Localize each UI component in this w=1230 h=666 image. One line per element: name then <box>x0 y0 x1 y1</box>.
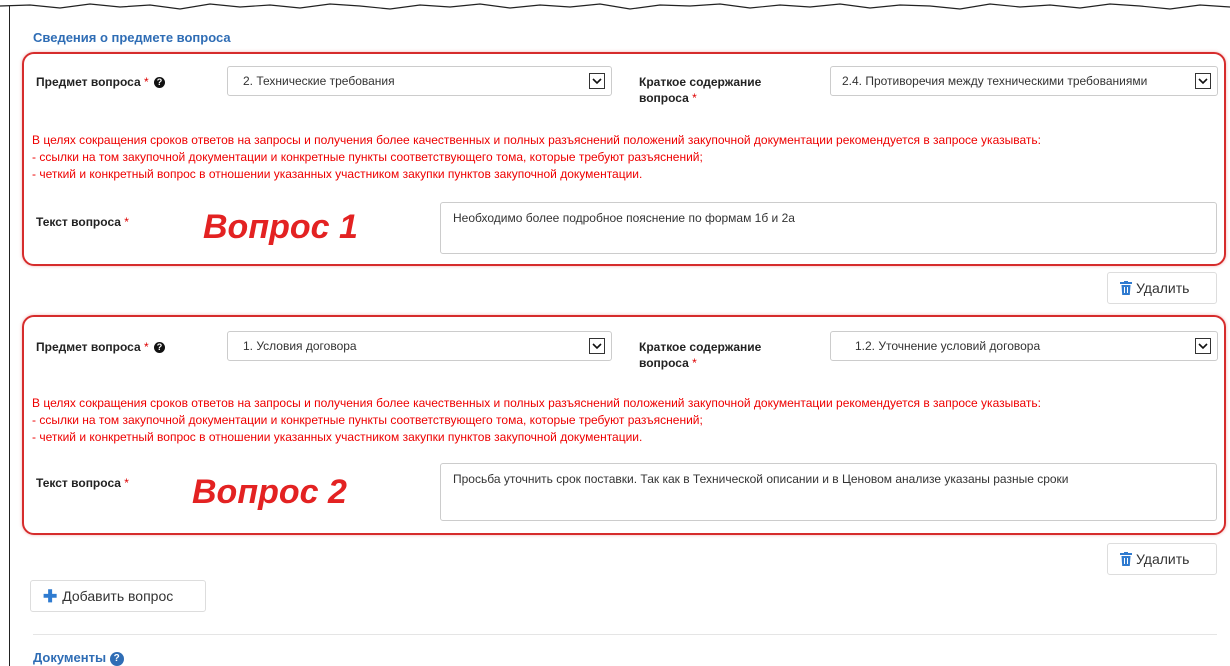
chevron-down-icon <box>589 338 605 354</box>
torn-edge <box>0 3 1230 10</box>
summary-label: Краткое содержание вопроса * <box>639 340 762 370</box>
left-edge <box>9 6 10 666</box>
subject-select[interactable]: 1. Условия договора <box>227 331 612 361</box>
subject-label: Предмет вопроса * ? <box>36 340 166 354</box>
documents-title: Документы ? <box>33 650 124 666</box>
question-block-2: Предмет вопроса * ? 1. Условия договора … <box>22 315 1228 580</box>
question-annotation: Вопрос 2 <box>192 473 347 511</box>
question-annotation: Вопрос 1 <box>203 208 358 246</box>
trash-icon <box>1120 552 1132 566</box>
delete-button[interactable]: Удалить <box>1107 272 1217 304</box>
divider <box>33 634 1217 635</box>
question-text-label: Текст вопроса * <box>36 215 129 229</box>
chevron-down-icon <box>1195 73 1211 89</box>
help-icon[interactable]: ? <box>154 77 166 88</box>
question-text-field[interactable]: Просьба уточнить срок поставки. Так как … <box>440 463 1217 521</box>
help-icon[interactable]: ? <box>109 652 124 666</box>
help-icon[interactable]: ? <box>154 342 166 353</box>
chevron-down-icon <box>589 73 605 89</box>
question-text-label: Текст вопроса * <box>36 476 129 490</box>
warning-text: В целях сокращения сроков ответов на зап… <box>32 396 1041 444</box>
section-title: Сведения о предмете вопроса <box>33 30 231 45</box>
summary-select[interactable]: 2.4. Противоречия между техническими тре… <box>830 66 1218 96</box>
subject-label: Предмет вопроса * ? <box>36 75 166 89</box>
add-question-button[interactable]: ✚ Добавить вопрос <box>30 580 206 612</box>
question-block-1: Предмет вопроса * ? 2. Технические требо… <box>22 52 1228 312</box>
delete-button[interactable]: Удалить <box>1107 543 1217 575</box>
trash-icon <box>1120 281 1132 295</box>
question-text-field[interactable]: Необходимо более подробное пояснение по … <box>440 202 1217 254</box>
subject-select[interactable]: 2. Технические требования <box>227 66 612 96</box>
summary-select[interactable]: 1.2. Уточнение условий договора <box>830 331 1218 361</box>
summary-label: Краткое содержание вопроса * <box>639 75 762 105</box>
warning-text: В целях сокращения сроков ответов на зап… <box>32 133 1041 181</box>
chevron-down-icon <box>1195 338 1211 354</box>
plus-icon: ✚ <box>43 586 58 606</box>
